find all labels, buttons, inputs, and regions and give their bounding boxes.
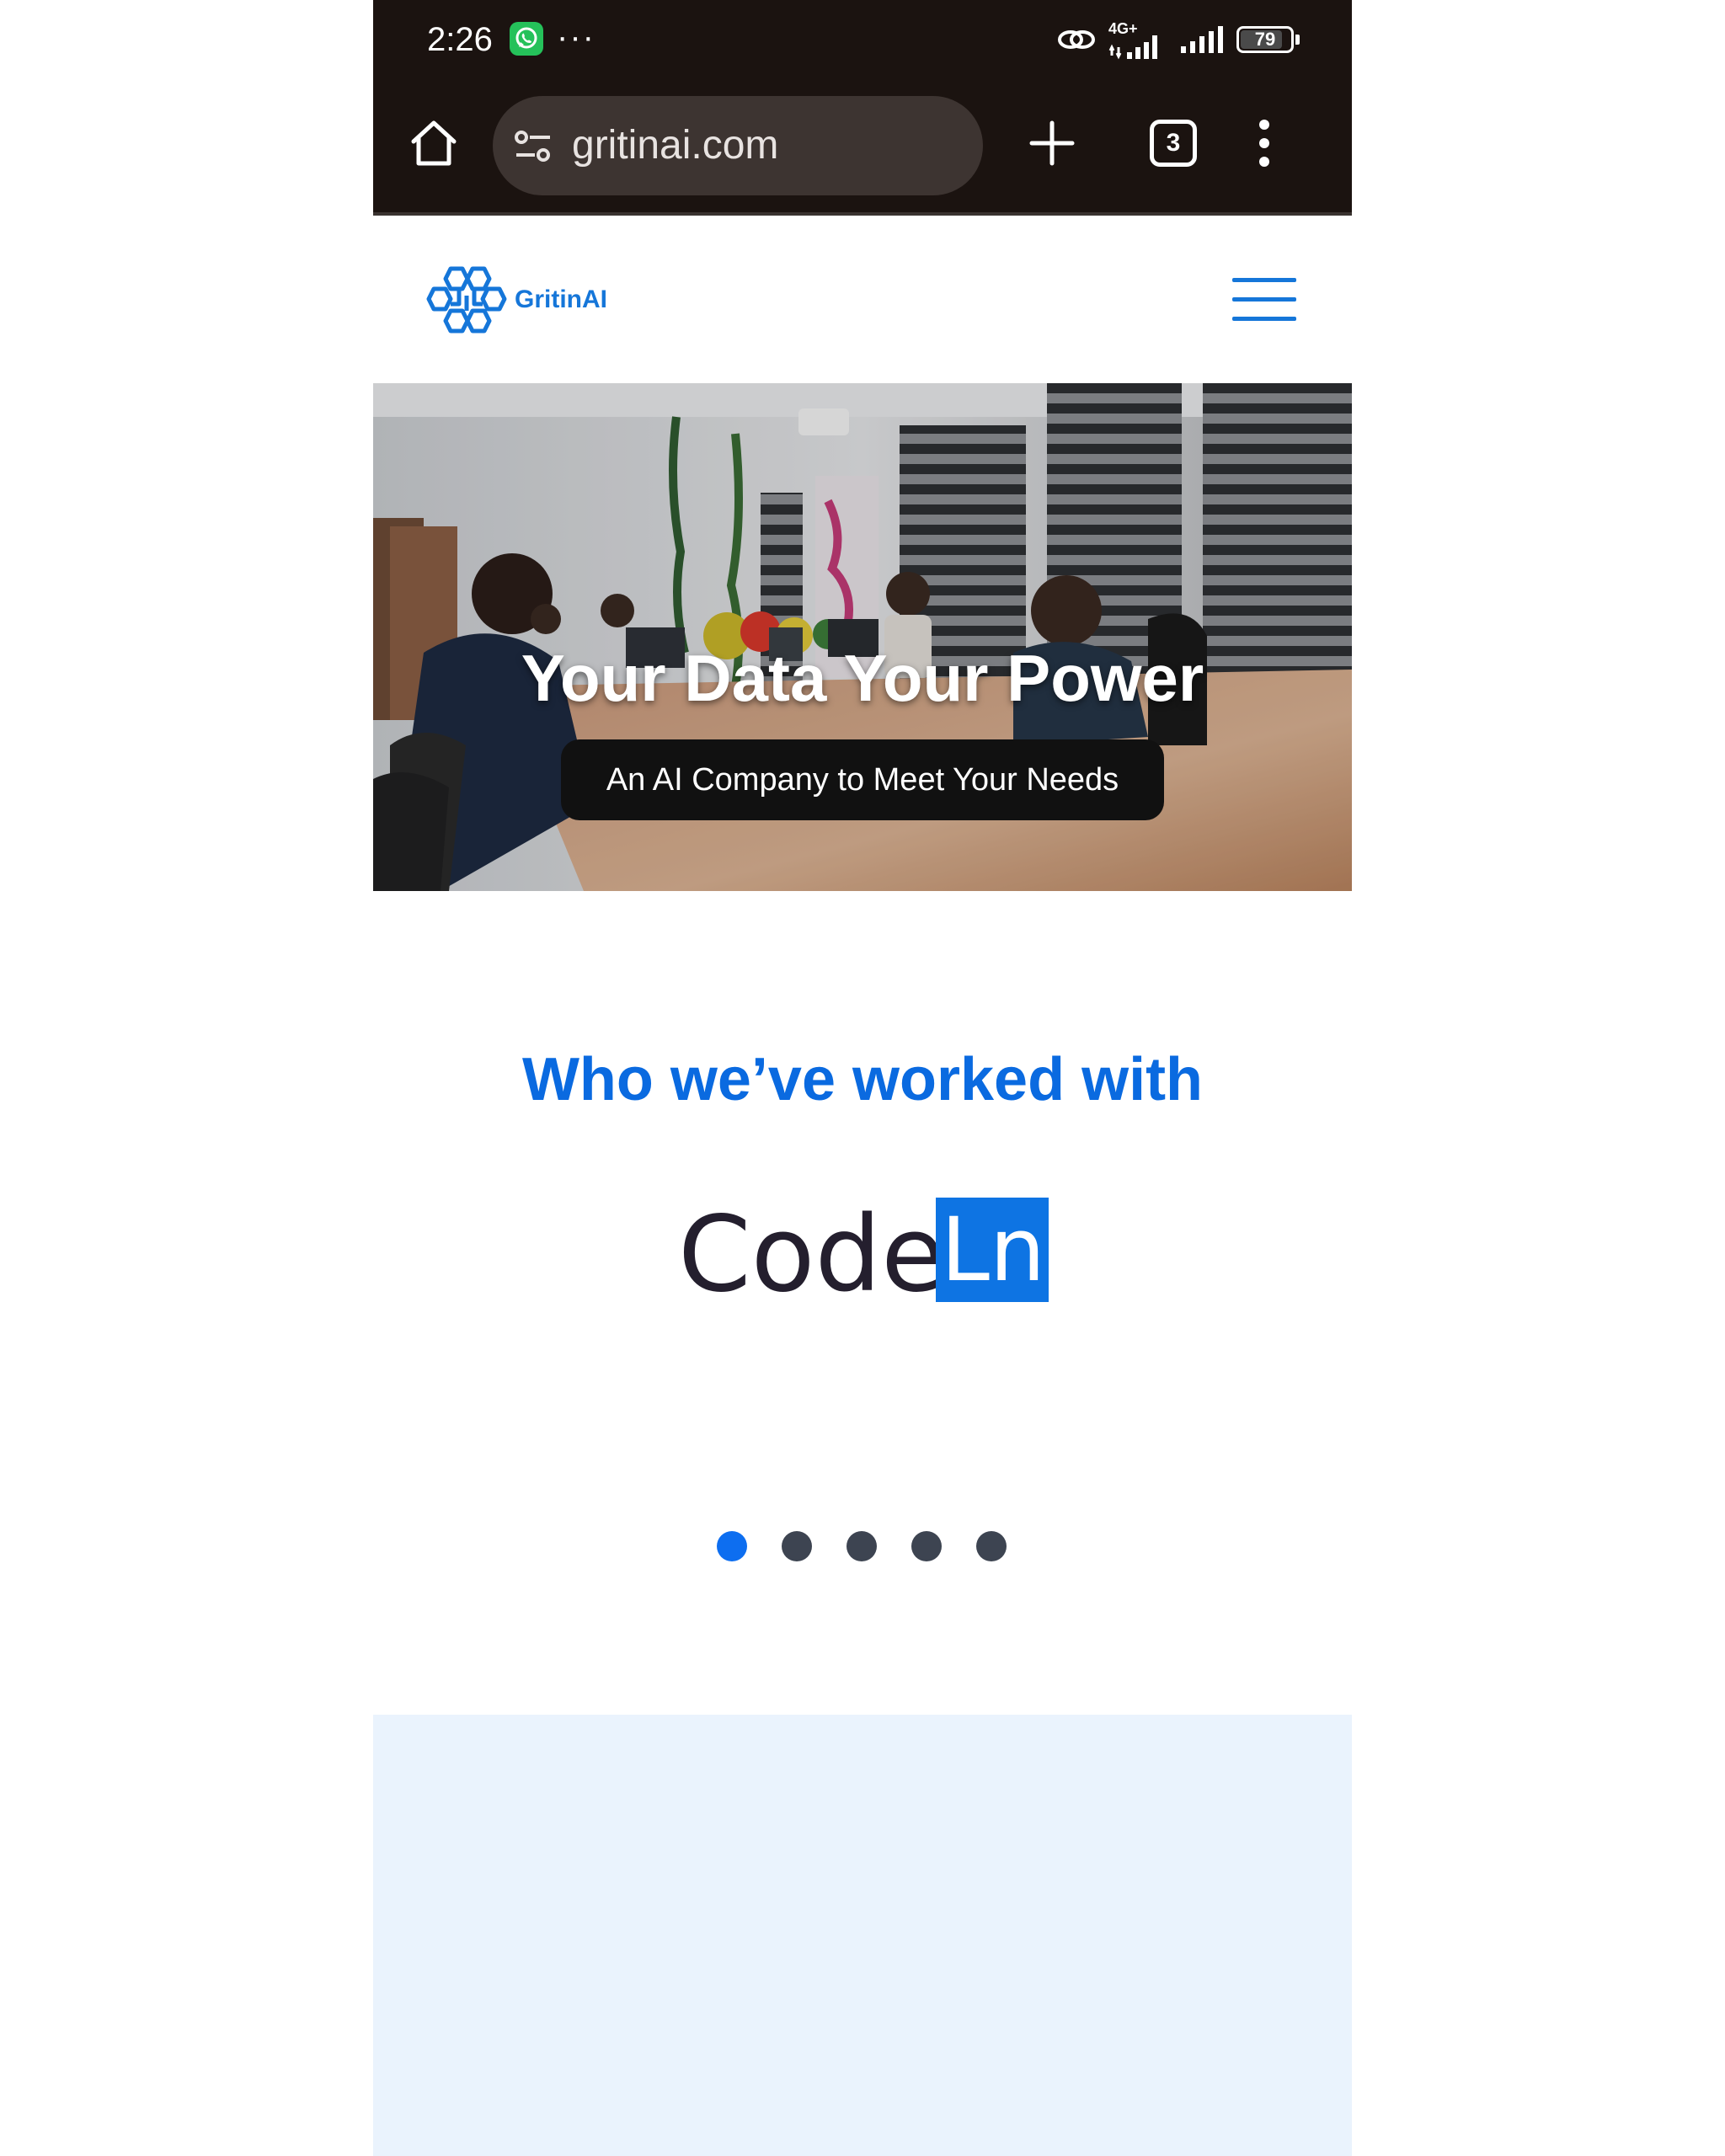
hero-banner: Your Data Your Power An AI Company to Me… bbox=[373, 383, 1352, 891]
address-bar[interactable]: gritinai.com bbox=[493, 96, 983, 195]
tab-count: 3 bbox=[1166, 129, 1181, 157]
more-notifications-indicator: ··· bbox=[557, 19, 595, 56]
carousel-pagination bbox=[717, 1531, 1020, 1565]
partner-logo-word: Code bbox=[678, 1194, 946, 1315]
logo-text[interactable]: GritinAI bbox=[515, 283, 607, 317]
link-icon bbox=[1058, 30, 1095, 49]
battery-percent: 79 bbox=[1254, 29, 1276, 50]
whatsapp-icon bbox=[510, 22, 543, 56]
carousel-dot-1[interactable] bbox=[717, 1531, 747, 1561]
partner-logo-box-text: Ln bbox=[941, 1198, 1045, 1301]
screen: 2:26 ··· 4G+ 79 gritinai.com 3 GritinAI … bbox=[0, 0, 1725, 2156]
carousel-dot-4[interactable] bbox=[911, 1531, 942, 1561]
carousel-dot-5[interactable] bbox=[976, 1531, 1007, 1561]
partners-heading: Who we’ve worked with bbox=[521, 1046, 1204, 1113]
tab-switcher-button[interactable]: 3 bbox=[1150, 120, 1197, 167]
partner-logo-box: Ln bbox=[936, 1198, 1049, 1302]
signal-icon bbox=[1181, 26, 1223, 53]
hero-subtitle-badge: An AI Company to Meet Your Needs bbox=[561, 739, 1164, 820]
codeln-logo[interactable]: Code Ln bbox=[678, 1194, 1049, 1315]
carousel-dot-3[interactable] bbox=[846, 1531, 877, 1561]
signal-4g-icon: 4G+ bbox=[1108, 19, 1167, 61]
more-vert-icon[interactable] bbox=[1254, 116, 1274, 170]
home-icon[interactable] bbox=[407, 116, 461, 170]
site-header: GritinAI bbox=[373, 216, 1352, 383]
gritinai-logo-icon[interactable] bbox=[425, 262, 508, 338]
url-text: gritinai.com bbox=[572, 123, 779, 168]
browser-toolbar: gritinai.com 3 bbox=[373, 83, 1352, 216]
site-settings-icon[interactable] bbox=[513, 128, 553, 165]
hamburger-menu-button[interactable] bbox=[1232, 278, 1296, 322]
next-section-background bbox=[373, 1715, 1352, 2156]
phone-screen: 2:26 ··· 4G+ 79 gritinai.com 3 GritinAI … bbox=[373, 0, 1352, 2156]
status-bar: 2:26 ··· 4G+ 79 bbox=[373, 0, 1352, 83]
new-tab-icon[interactable] bbox=[1025, 116, 1079, 170]
carousel-dot-2[interactable] bbox=[782, 1531, 812, 1561]
status-time: 2:26 bbox=[427, 21, 493, 58]
battery-icon: 79 bbox=[1236, 26, 1294, 53]
hero-title: Your Data Your Power bbox=[521, 641, 1204, 715]
status-icons: 4G+ 79 bbox=[1056, 19, 1300, 61]
